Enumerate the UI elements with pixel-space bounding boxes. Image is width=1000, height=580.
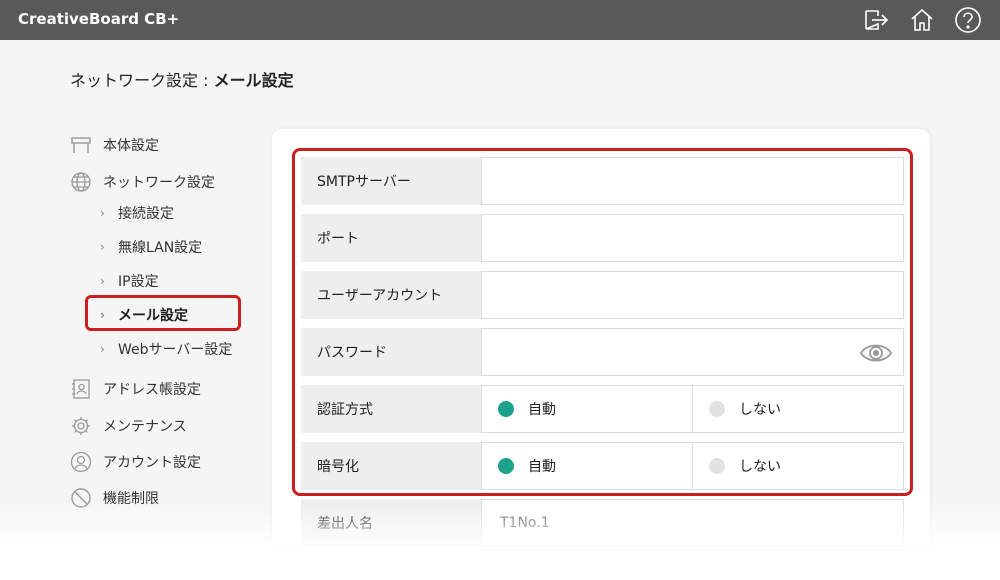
app-title: CreativeBoard CB+ [18,10,180,28]
sidebar-item-restrictions[interactable]: 機能制限 [70,485,159,511]
prohibited-icon [70,487,92,509]
radio-label: 自動 [528,402,556,418]
auth-method-radio-group: 自動 しない [481,385,904,433]
port-label: ポート [301,214,481,262]
password-input[interactable] [481,328,904,376]
encryption-radio-group: 自動 しない [481,442,904,490]
user-account-row: ユーザーアカウント [301,271,904,319]
sidebar-item-mail[interactable]: › メール設定 [100,302,188,328]
radio-label: しない [739,459,781,475]
sidebar-item-label: アカウント設定 [103,455,201,471]
smtp-server-label: SMTPサーバー [301,157,481,205]
sidebar-item-maintenance[interactable]: メンテナンス [70,413,187,439]
sender-name-input[interactable]: T1No.1 [481,499,904,547]
auth-method-row: 認証方式 自動 しない [301,385,904,433]
chevron-right-icon: › [100,274,105,288]
sidebar-item-label: メール設定 [118,308,188,324]
address-book-icon [70,378,92,400]
auth-auto-radio[interactable]: 自動 [482,386,692,432]
auth-none-radio[interactable]: しない [692,386,903,432]
logout-icon[interactable] [861,5,891,35]
password-row: パスワード [301,328,904,376]
page-heading: メール設定 [213,71,294,90]
sidebar-item-connection[interactable]: › 接続設定 [100,200,174,226]
smtp-server-row: SMTPサーバー [301,157,904,205]
eye-icon[interactable] [859,338,893,368]
password-label: パスワード [301,328,481,376]
radio-label: 自動 [528,459,556,475]
smtp-server-input[interactable] [481,157,904,205]
sender-name-row: 差出人名 T1No.1 [301,499,904,547]
sidebar-item-web-server[interactable]: › Webサーバー設定 [100,336,232,362]
sidebar-item-label: ネットワーク設定 [103,175,215,191]
port-row: ポート [301,214,904,262]
encryption-label: 暗号化 [301,442,481,490]
port-input[interactable] [481,214,904,262]
home-icon[interactable] [907,5,937,35]
sidebar-item-ip[interactable]: › IP設定 [100,268,159,294]
radio-unselected-icon [709,458,725,474]
chevron-right-icon: › [100,308,105,322]
user-account-input[interactable] [481,271,904,319]
radio-selected-icon [498,401,514,417]
auth-method-label: 認証方式 [301,385,481,433]
sender-name-label: 差出人名 [301,499,481,547]
sidebar-item-account[interactable]: アカウント設定 [70,449,201,475]
sidebar-item-label: 無線LAN設定 [118,240,203,256]
radio-unselected-icon [709,401,725,417]
encryption-auto-radio[interactable]: 自動 [482,443,692,489]
sidebar-item-device-settings[interactable]: 本体設定 [70,132,159,158]
sidebar-item-address-book[interactable]: アドレス帳設定 [70,376,201,402]
chevron-right-icon: › [100,206,105,220]
sidebar-item-label: 本体設定 [103,138,159,154]
globe-icon [70,171,92,193]
display-icon [70,134,92,156]
radio-label: しない [739,402,781,418]
sidebar-item-label: IP設定 [118,274,159,290]
user-account-label: ユーザーアカウント [301,271,481,319]
encryption-row: 暗号化 自動 しない [301,442,904,490]
sidebar-item-label: Webサーバー設定 [118,342,233,358]
breadcrumb: ネットワーク設定 : [70,71,214,90]
sidebar-item-label: メンテナンス [103,419,187,435]
top-bar: CreativeBoard CB+ [0,0,1000,40]
chevron-right-icon: › [100,342,105,356]
sidebar-item-label: アドレス帳設定 [103,382,201,398]
sidebar-item-wireless-lan[interactable]: › 無線LAN設定 [100,234,202,260]
radio-selected-icon [498,458,514,474]
chevron-right-icon: › [100,240,105,254]
sidebar-item-network-settings[interactable]: ネットワーク設定 [70,169,215,195]
user-icon [70,451,92,473]
page-title: ネットワーク設定 : メール設定 [70,67,294,91]
gear-icon [70,415,92,437]
encryption-none-radio[interactable]: しない [692,443,903,489]
sidebar-item-label: 機能制限 [103,491,159,507]
help-icon[interactable] [953,5,983,35]
sidebar-item-label: 接続設定 [118,206,174,222]
